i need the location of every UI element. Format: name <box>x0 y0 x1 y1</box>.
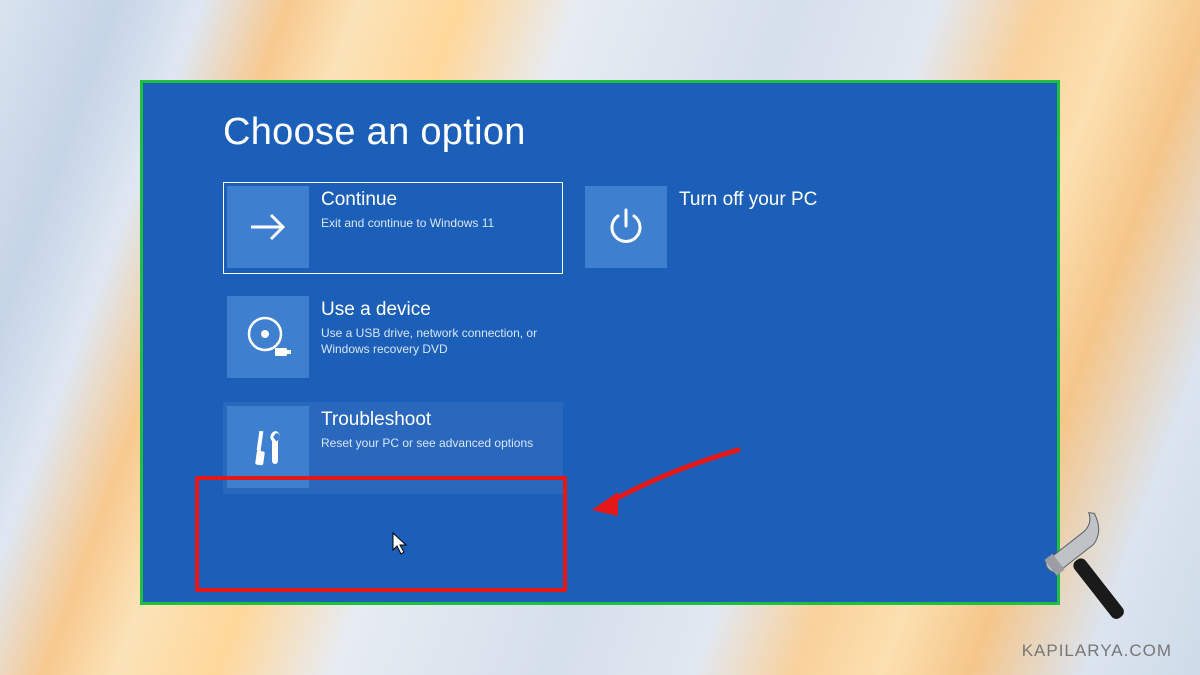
watermark-text: KAPILARYA.COM <box>1022 641 1172 661</box>
continue-tile[interactable]: Continue Exit and continue to Windows 11 <box>223 182 563 274</box>
turnoff-tile[interactable]: Turn off your PC <box>581 182 921 274</box>
troubleshoot-title: Troubleshoot <box>321 410 533 431</box>
usedevice-desc: Use a USB drive, network connection, or … <box>321 325 541 357</box>
usedevice-title: Use a device <box>321 300 541 321</box>
tools-icon <box>227 406 309 488</box>
recovery-panel: Choose an option Continue Exit and conti… <box>140 80 1060 605</box>
troubleshoot-desc: Reset your PC or see advanced options <box>321 435 533 451</box>
power-icon <box>585 186 667 268</box>
troubleshoot-tile[interactable]: Troubleshoot Reset your PC or see advanc… <box>223 402 563 494</box>
arrow-right-icon <box>227 186 309 268</box>
disc-usb-icon <box>227 296 309 378</box>
continue-desc: Exit and continue to Windows 11 <box>321 215 494 231</box>
page-title: Choose an option <box>223 111 1002 154</box>
usedevice-tile[interactable]: Use a device Use a USB drive, network co… <box>223 292 563 384</box>
options-grid: Continue Exit and continue to Windows 11… <box>223 182 1002 498</box>
turnoff-title: Turn off your PC <box>679 190 817 211</box>
continue-title: Continue <box>321 190 494 211</box>
